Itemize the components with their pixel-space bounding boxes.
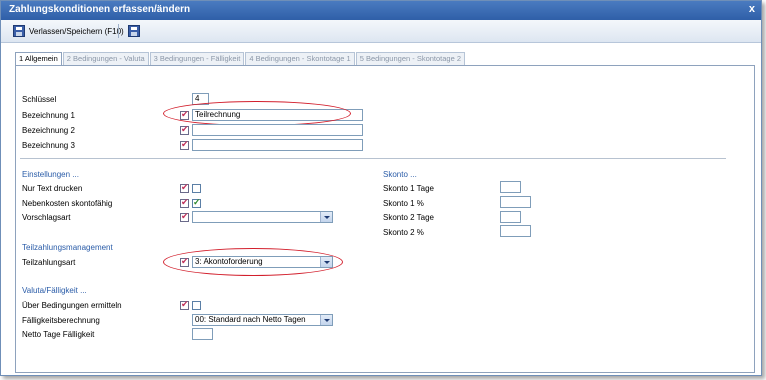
skonto1-tage-label: Skonto 1 Tage	[383, 184, 435, 193]
tab-faelligkeit[interactable]: 3 Bedingungen - Fälligkeit	[149, 52, 245, 65]
skonto1-tage-field[interactable]	[500, 181, 521, 193]
nebenkosten-checkbox[interactable]	[192, 197, 201, 208]
save-exit-label: Verlassen/Speichern (F10)	[29, 26, 124, 36]
toolbar-separator	[118, 24, 119, 38]
save-disk-icon	[13, 25, 25, 37]
required-marker-bezeichnung2[interactable]	[180, 124, 189, 135]
chevron-down-icon[interactable]	[320, 257, 332, 267]
schluessel-field[interactable]: 4	[192, 93, 209, 105]
teilzahlungsart-value: 3: Akontoforderung	[195, 257, 263, 266]
tab-allgemein[interactable]: 1 Allgemein	[15, 52, 62, 66]
nur-text-checkbox[interactable]	[192, 184, 201, 193]
required-marker-bezeichnung3[interactable]	[180, 139, 189, 150]
teilzahlungsart-dropdown[interactable]: 3: Akontoforderung	[192, 256, 333, 268]
skonto1-prozent-field[interactable]	[500, 196, 531, 208]
save-exit-button[interactable]: Verlassen/Speichern (F10)	[13, 23, 124, 39]
dialog-window: Zahlungskonditionen erfassen/ändern x Ve…	[0, 0, 762, 376]
tab-panel-allgemein: Schlüssel 4 Bezeichnung 1 Teilrechnung B…	[15, 65, 755, 373]
netto-tage-field[interactable]	[192, 328, 213, 340]
nebenkosten-label: Nebenkosten skontofähig	[22, 199, 113, 208]
skonto2-tage-label: Skonto 2 Tage	[383, 213, 435, 222]
bezeichnung3-label: Bezeichnung 3	[22, 141, 75, 150]
bezeichnung3-field[interactable]	[192, 139, 363, 151]
schluessel-label: Schlüssel	[22, 95, 57, 104]
required-marker-vorschlagsart[interactable]	[180, 211, 189, 222]
chevron-down-icon[interactable]	[320, 315, 332, 325]
teilzahlung-heading: Teilzahlungsmanagement	[22, 243, 113, 252]
required-marker-nur-text[interactable]	[180, 182, 189, 193]
skonto-heading: Skonto ...	[383, 170, 417, 179]
chevron-down-icon[interactable]	[320, 212, 332, 222]
required-marker-teilzahlungsart[interactable]	[180, 256, 189, 267]
required-marker-nebenkosten[interactable]	[180, 197, 189, 208]
save-button[interactable]	[128, 23, 140, 39]
einstellungen-heading: Einstellungen ...	[22, 170, 79, 179]
vorschlagsart-label: Vorschlagsart	[22, 213, 71, 222]
valuta-heading: Valuta/Fälligkeit ...	[22, 286, 87, 295]
faelligkeitsberechnung-label: Fälligkeitsberechnung	[22, 316, 100, 325]
ermitteln-label: Über Bedingungen ermitteln	[22, 301, 122, 310]
required-marker-bezeichnung1[interactable]	[180, 109, 189, 120]
skonto2-tage-field[interactable]	[500, 211, 521, 223]
section-divider	[20, 158, 726, 159]
close-icon[interactable]: x	[749, 3, 755, 15]
faelligkeitsberechnung-value: 00: Standard nach Netto Tagen	[195, 315, 306, 324]
required-marker-ermitteln[interactable]	[180, 299, 189, 310]
netto-tage-label: Netto Tage Fälligkeit	[22, 330, 95, 339]
tab-strip: 1 Allgemein 2 Bedingungen - Valuta 3 Bed…	[15, 52, 466, 66]
vorschlagsart-dropdown[interactable]	[192, 211, 333, 223]
bezeichnung2-field[interactable]	[192, 124, 363, 136]
ermitteln-checkbox[interactable]	[192, 301, 201, 310]
skonto1-prozent-label: Skonto 1 %	[383, 199, 424, 208]
title-bar[interactable]: Zahlungskonditionen erfassen/ändern x	[1, 1, 761, 20]
bezeichnung2-label: Bezeichnung 2	[22, 126, 75, 135]
window-title: Zahlungskonditionen erfassen/ändern	[9, 4, 191, 15]
tab-skontotage-1[interactable]: 4 Bedingungen - Skontotage 1	[245, 52, 355, 65]
save-icon	[128, 25, 140, 37]
bezeichnung1-label: Bezeichnung 1	[22, 111, 75, 120]
skonto2-prozent-label: Skonto 2 %	[383, 228, 424, 237]
tab-skontotage-2[interactable]: 5 Bedingungen - Skontotage 2	[355, 52, 466, 65]
faelligkeitsberechnung-dropdown[interactable]: 00: Standard nach Netto Tagen	[192, 314, 333, 326]
toolbar: Verlassen/Speichern (F10)	[1, 20, 761, 43]
nur-text-label: Nur Text drucken	[22, 184, 83, 193]
skonto2-prozent-field[interactable]	[500, 225, 531, 237]
tab-valuta[interactable]: 2 Bedingungen - Valuta	[62, 52, 149, 65]
teilzahlungsart-label: Teilzahlungsart	[22, 258, 76, 267]
bezeichnung1-field[interactable]: Teilrechnung	[192, 109, 363, 121]
